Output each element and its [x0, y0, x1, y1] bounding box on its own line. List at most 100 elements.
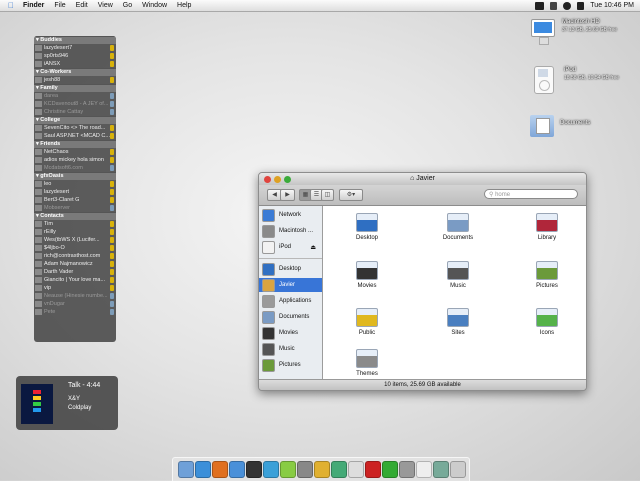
apple-menu-icon[interactable]:  [4, 1, 18, 10]
buddy-row[interactable]: Christine Cattay [34, 108, 116, 116]
adium-icon[interactable] [348, 461, 364, 478]
buddy-row[interactable]: adios mickey hola simon [34, 156, 116, 164]
buddy-row[interactable]: Darth Vader [34, 268, 116, 276]
desktop-icon-ipod[interactable]: iPod 18.58 GB, 10.54 GB free [530, 66, 619, 94]
sidebar-item-network[interactable]: Network [262, 208, 320, 222]
forward-button[interactable]: ▶ [280, 189, 295, 201]
buddy-row[interactable]: $4ljbo-O [34, 244, 116, 252]
menu-help[interactable]: Help [172, 2, 196, 9]
sidebar-item-documents[interactable]: Documents [262, 310, 320, 324]
buddy-row[interactable]: rEilly [34, 228, 116, 236]
buddy-avatar [35, 285, 42, 291]
buddy-row[interactable]: SevenCito <> The road... [34, 124, 116, 132]
buddy-row[interactable]: Tim [34, 220, 116, 228]
desktop-icon-documents[interactable]: Documents [530, 115, 590, 137]
buddy-row[interactable]: Mcdatsoft6.com [34, 164, 116, 172]
buddy-row[interactable]: NetChaos [34, 148, 116, 156]
battery-icon[interactable] [535, 1, 545, 10]
system-preferences-icon[interactable] [297, 461, 313, 478]
itunes-icon[interactable] [280, 461, 296, 478]
buddy-row[interactable]: Bert3-Claret G [34, 196, 116, 204]
calendar-icon[interactable] [416, 461, 432, 478]
folder-item[interactable]: Pictures [519, 261, 575, 289]
iphoto-icon[interactable] [331, 461, 347, 478]
desktop-icon-label: Macintosh HD [562, 19, 600, 25]
buddy-row[interactable]: vnDugar [34, 300, 116, 308]
buddy-group-header[interactable]: ▾ Buddies [34, 36, 116, 44]
now-playing-widget[interactable]: Talk - 4:44 X&Y Coldplay [16, 376, 118, 430]
menu-finder[interactable]: Finder [18, 2, 49, 9]
buddy-group-header[interactable]: ▾ gfxOasis [34, 172, 116, 180]
column-view-button[interactable]: ◫ [321, 189, 334, 201]
buddy-name: Pete [44, 309, 56, 315]
buddy-row[interactable]: jesh88 [34, 76, 116, 84]
sidebar-item-macintosh[interactable]: Macintosh ... [262, 224, 320, 238]
buddy-row[interactable]: iANSX [34, 60, 116, 68]
sidebar-item-ipod[interactable]: iPod ⏏ [262, 240, 320, 254]
buddy-row[interactable]: leo [34, 180, 116, 188]
buddy-group-header[interactable]: ▾ College [34, 116, 116, 124]
sidebar-item-music[interactable]: Music [262, 342, 320, 356]
buddy-row[interactable]: rich@contrasthost.com [34, 252, 116, 260]
menu-window[interactable]: Window [137, 2, 172, 9]
buddy-group-header[interactable]: ▾ Contacts [34, 212, 116, 220]
buddy-row[interactable]: Adam Najmanowicz [34, 260, 116, 268]
folder-item[interactable]: Library [519, 213, 575, 241]
buddy-row[interactable]: lazydesert7 [34, 44, 116, 52]
folder-item[interactable]: Movies [339, 261, 395, 289]
finder-icon[interactable] [178, 461, 194, 478]
menu-file[interactable]: File [49, 2, 70, 9]
folder-item[interactable]: Desktop [339, 213, 395, 241]
folder-item[interactable]: Music [430, 261, 486, 289]
buddy-row[interactable]: Saul ASP.NET <MCAD C... [34, 132, 116, 140]
folder-item[interactable]: Sites [430, 308, 486, 336]
buddy-row[interactable]: lazydesert [34, 188, 116, 196]
sites-folder-icon [447, 308, 469, 327]
buddy-group-header[interactable]: ▾ Friends [34, 140, 116, 148]
firefox-icon[interactable] [212, 461, 228, 478]
ichat-icon[interactable] [263, 461, 279, 478]
buddy-row[interactable]: Giancito | Your love ma... [34, 276, 116, 284]
folder-item[interactable]: Public [339, 308, 395, 336]
menu-view[interactable]: View [93, 2, 118, 9]
airport-icon[interactable] [550, 1, 558, 10]
dashboard-icon[interactable] [246, 461, 262, 478]
menu-go[interactable]: Go [118, 2, 137, 9]
eject-icon[interactable]: ⏏ [310, 244, 316, 251]
folder-item[interactable]: Documents [430, 213, 486, 241]
menu-edit[interactable]: Edit [71, 2, 93, 9]
sidebar-item-movies[interactable]: Movies [262, 326, 320, 340]
buddy-row[interactable]: darea [34, 92, 116, 100]
title-bar[interactable]: ⌂ Javier [259, 173, 586, 185]
folder-item[interactable]: Themes [339, 349, 395, 377]
buddy-row[interactable]: Mobserver [34, 204, 116, 212]
buddy-row[interactable]: Neause (Hinesie numbe... [34, 292, 116, 300]
search-field[interactable]: ⚲ home [484, 189, 578, 199]
safari-icon[interactable] [195, 461, 211, 478]
sidebar-item-applications[interactable]: Applications [262, 294, 320, 308]
buddy-row[interactable]: KCDavenout8 - A JEY of... [34, 100, 116, 108]
desktop-icon-macintosh-hd[interactable]: Macintosh HD 37.13 GB, 25.69 GB free [530, 18, 617, 45]
pencil-icon[interactable] [314, 461, 330, 478]
menu-clock[interactable]: Tue 10:46 PM [590, 2, 634, 9]
user-icon[interactable] [563, 1, 572, 10]
sidebar-item-pictures[interactable]: Pictures [262, 358, 320, 372]
action-menu-button[interactable]: ⚙▾ [339, 189, 363, 201]
buddy-group-header[interactable]: ▾ Family [34, 84, 116, 92]
flash-icon[interactable] [365, 461, 381, 478]
mail-icon[interactable] [229, 461, 245, 478]
buddy-row[interactable]: vip [34, 284, 116, 292]
buddy-list-window[interactable]: ▾ Buddies lazydesert7 sp0rts946 iANSX ▾ Co-W… [34, 36, 116, 342]
volume-icon[interactable] [577, 1, 585, 10]
buddy-group-header[interactable]: ▾ Co-Workers [34, 68, 116, 76]
buddy-row[interactable]: Pete [34, 308, 116, 316]
buddy-row[interactable]: sp0rts946 [34, 52, 116, 60]
trash-icon[interactable] [450, 461, 466, 478]
preview-icon[interactable] [433, 461, 449, 478]
sidebar-item-javier[interactable]: Javier [259, 278, 322, 292]
disk-utility-icon[interactable] [399, 461, 415, 478]
buddy-row[interactable]: Wes(tbWS X (Lucifer... [34, 236, 116, 244]
music-icon[interactable] [382, 461, 398, 478]
sidebar-item-desktop[interactable]: Desktop [262, 262, 320, 276]
folder-item[interactable]: Icons [519, 308, 575, 336]
